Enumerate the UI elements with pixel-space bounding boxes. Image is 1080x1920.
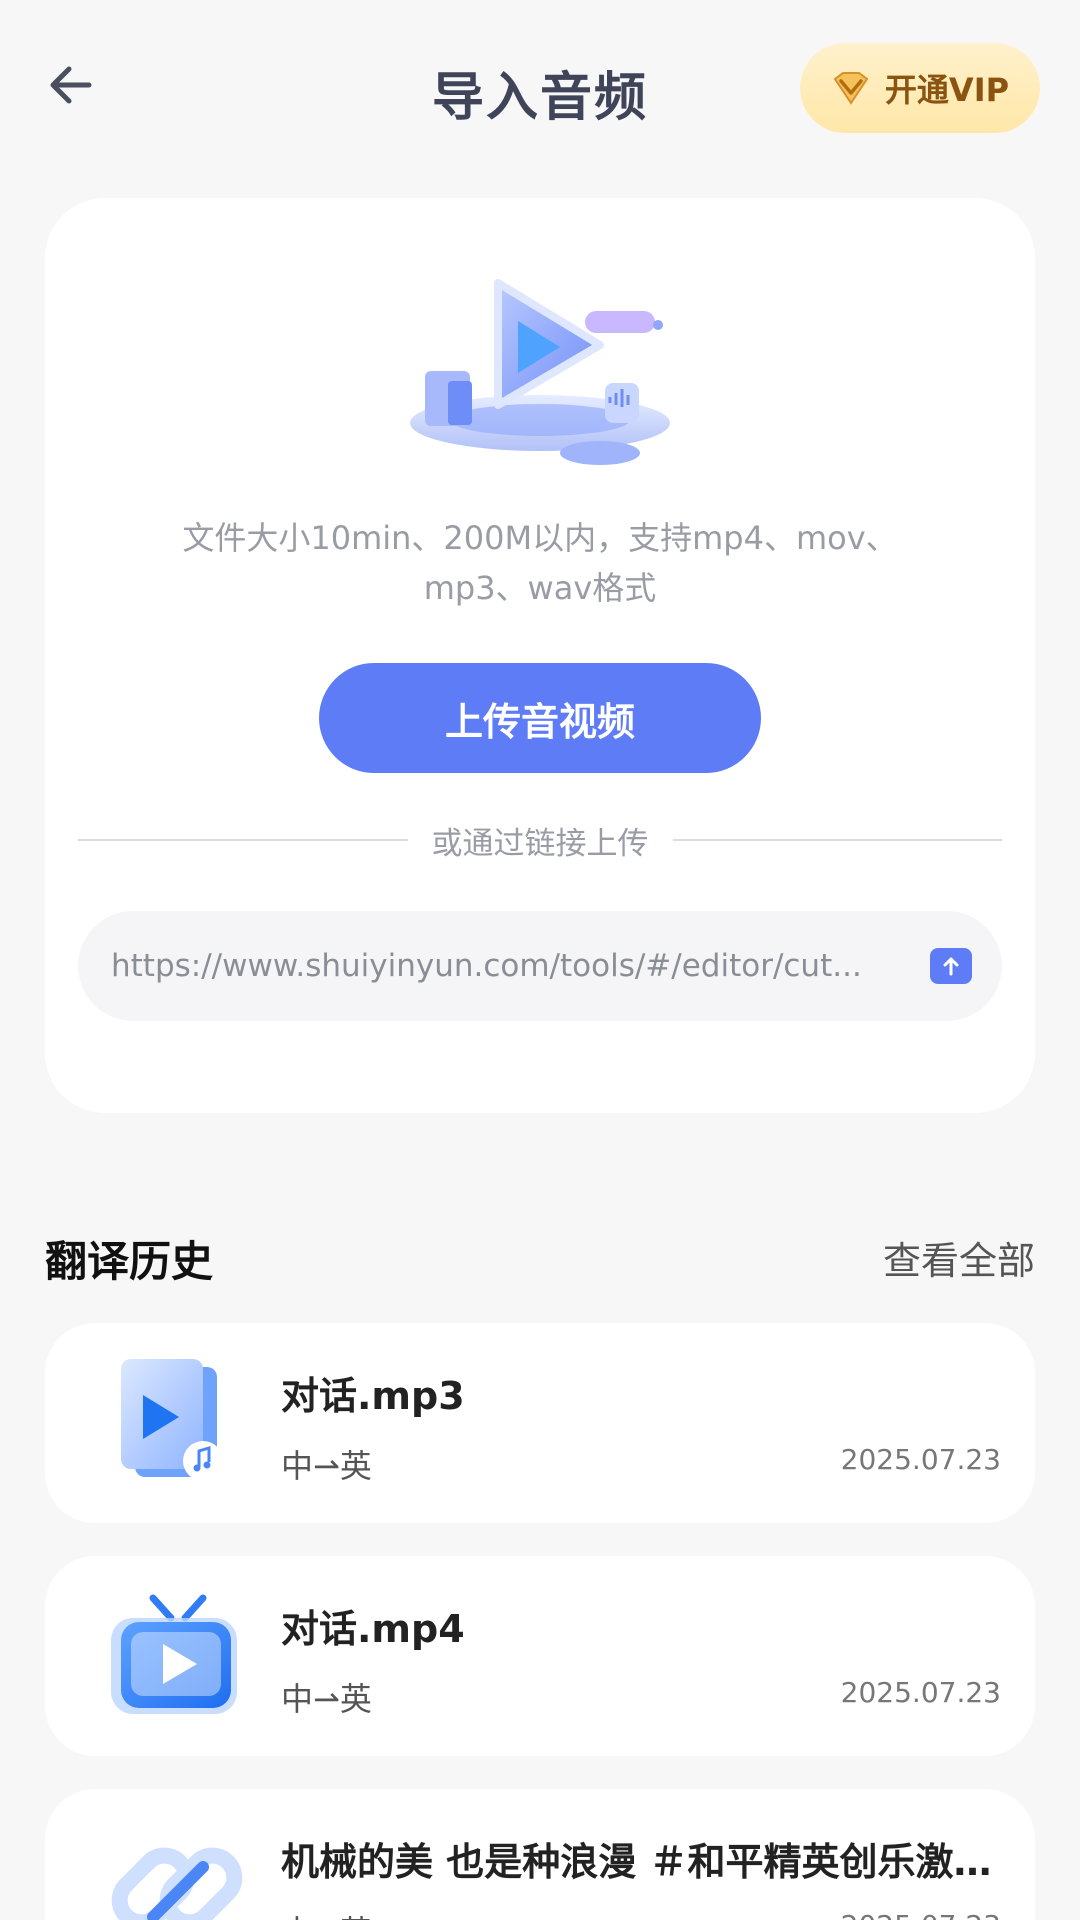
- view-all-link[interactable]: 查看全部: [883, 1230, 1035, 1285]
- url-submit-button[interactable]: [930, 948, 972, 984]
- diamond-icon: [833, 72, 869, 105]
- history-item-lang: 中⇀英: [281, 1447, 372, 1485]
- media-play-illustration-icon: [410, 279, 670, 465]
- history-item-name: 对话.mp3: [281, 1374, 465, 1418]
- divider-text: 或通过链接上传: [431, 825, 649, 862]
- vip-button[interactable]: 开通VIP: [800, 43, 1040, 133]
- history-item-date: 2025.07.23: [841, 1909, 1001, 1920]
- url-input[interactable]: [111, 948, 900, 984]
- link-upload-divider: 或通过链接上传: [78, 818, 1002, 862]
- upload-hint-text: 文件大小10min、200M以内，支持mp4、mov、mp3、wav格式: [182, 519, 898, 607]
- divider-line-left: [78, 839, 408, 841]
- history-item-name: 对话.mp4: [281, 1607, 465, 1651]
- video-tv-icon: [111, 1594, 237, 1714]
- vip-label: 开通VIP: [884, 71, 1010, 109]
- history-item-lang: 中⇀英: [281, 1680, 372, 1718]
- divider-line-right: [672, 839, 1002, 841]
- upload-media-button[interactable]: 上传音视频: [319, 663, 761, 773]
- upload-card: 文件大小10min、200M以内，支持mp4、mov、mp3、wav格式 上传音…: [45, 198, 1035, 1113]
- history-item[interactable]: 对话.mp4 中⇀英 2025.07.23: [45, 1556, 1035, 1756]
- history-item[interactable]: 机械的美 也是种浪漫 ＃和平精英创乐激… 中⇀英 2025.07.23: [45, 1789, 1035, 1920]
- history-item[interactable]: 对话.mp3 中⇀英 2025.07.23: [45, 1323, 1035, 1523]
- link-icon: [111, 1847, 243, 1920]
- history-title: 翻译历史: [45, 1237, 214, 1286]
- audio-file-icon: [121, 1359, 223, 1481]
- url-input-container: [78, 911, 1002, 1021]
- arrow-up-icon: [943, 957, 959, 976]
- history-item-lang: 中⇀英: [281, 1907, 372, 1920]
- history-item-name: 机械的美 也是种浪漫 ＃和平精英创乐激…: [281, 1840, 992, 1884]
- history-item-date: 2025.07.23: [840, 1676, 1001, 1709]
- history-item-date: 2025.07.23: [840, 1443, 1001, 1476]
- header: 导入音频 开通VIP: [0, 0, 1080, 175]
